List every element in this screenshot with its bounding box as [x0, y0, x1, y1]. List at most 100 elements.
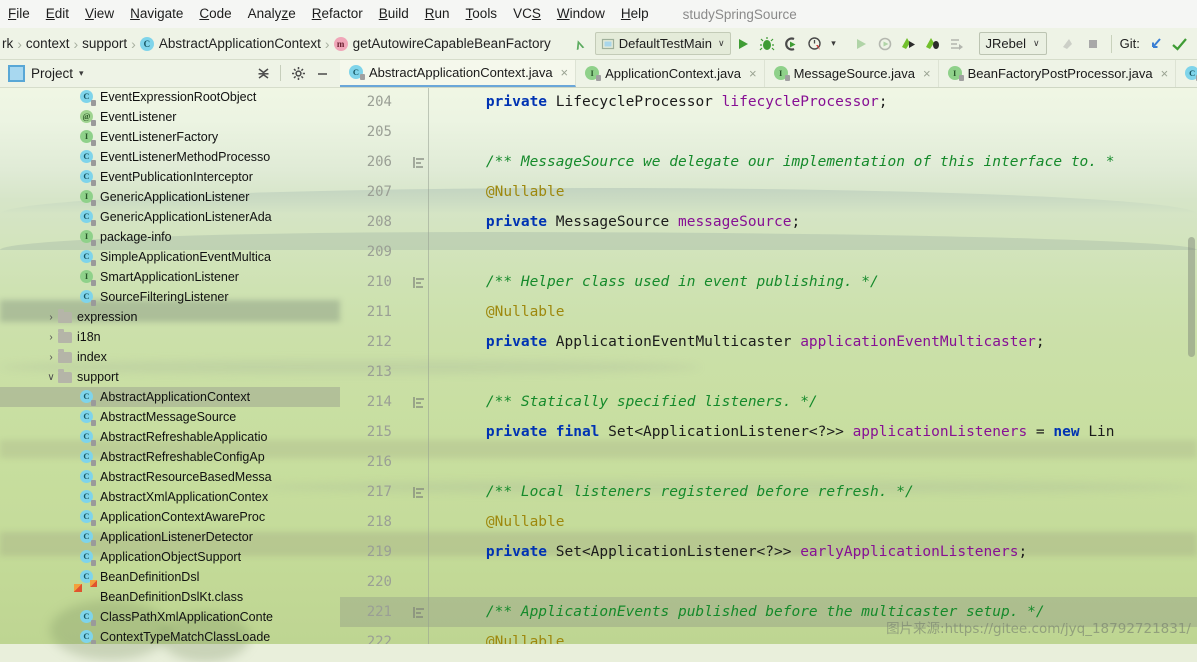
- close-icon[interactable]: ×: [923, 66, 931, 81]
- editor-tab[interactable]: C AbstractApplicationContext.java ×: [340, 59, 577, 87]
- code-line[interactable]: 217 /** Local listeners registered befor…: [340, 477, 1197, 507]
- tree-item[interactable]: @ EventListener: [0, 107, 340, 127]
- debug-icon[interactable]: [755, 32, 779, 56]
- editor-tab[interactable]: I BeanFactoryPostProcessor.java ×: [939, 59, 1177, 87]
- gear-icon[interactable]: [286, 61, 310, 85]
- code-line[interactable]: 206 /** MessageSource we delegate our im…: [340, 147, 1197, 177]
- code-line[interactable]: 218 @Nullable: [340, 507, 1197, 537]
- code-line[interactable]: 208 private MessageSource messageSource;: [340, 207, 1197, 237]
- tree-item[interactable]: › expression: [0, 307, 340, 327]
- menu-item-help[interactable]: Help: [613, 0, 657, 28]
- profile-icon[interactable]: [803, 32, 827, 56]
- code-line[interactable]: 205: [340, 117, 1197, 147]
- code-line[interactable]: 215 private final Set<ApplicationListene…: [340, 417, 1197, 447]
- minimize-icon[interactable]: [310, 61, 334, 85]
- code-line[interactable]: 209: [340, 237, 1197, 267]
- code-line[interactable]: 220: [340, 567, 1197, 597]
- chevron-down-icon[interactable]: ▾: [827, 32, 841, 56]
- breadcrumb[interactable]: rk › context › support › C AbstractApplicationC…: [0, 28, 553, 59]
- editor-gutter[interactable]: [401, 276, 437, 288]
- jrebel-selector[interactable]: JRebel ∨: [978, 32, 1047, 55]
- tree-item[interactable]: C EventExpressionRootObject: [0, 87, 340, 107]
- tree-item[interactable]: C AbstractXmlApplicationContex: [0, 487, 340, 507]
- menu-item-build[interactable]: Build: [371, 0, 417, 28]
- editor-tab[interactable]: I ApplicationContext.java ×: [576, 59, 765, 87]
- breadcrumb-item-rk[interactable]: rk: [2, 36, 13, 51]
- chevron-down-icon[interactable]: ▾: [79, 68, 84, 79]
- breadcrumb-item-getautowirecapablebeanfactory[interactable]: m getAutowireCapableBeanFactory: [333, 36, 551, 51]
- javadoc-icon[interactable]: [413, 606, 425, 618]
- tree-item[interactable]: BeanDefinitionDslKt.class: [0, 587, 340, 607]
- code-editor[interactable]: 204 private LifecycleProcessor lifecycle…: [340, 87, 1197, 644]
- close-icon[interactable]: ×: [1161, 66, 1169, 81]
- javadoc-icon[interactable]: [413, 396, 425, 408]
- tree-item[interactable]: C ApplicationListenerDetector: [0, 527, 340, 547]
- chevron-right-icon[interactable]: ›: [44, 332, 58, 343]
- jrebel-debug-icon[interactable]: [921, 32, 945, 56]
- breadcrumb-item-context[interactable]: context: [26, 36, 70, 51]
- editor-gutter[interactable]: [401, 156, 437, 168]
- tree-item[interactable]: C GenericApplicationListenerAda: [0, 207, 340, 227]
- editor-tab[interactable]: I MessageSource.java ×: [765, 59, 939, 87]
- menu-item-refactor[interactable]: Refactor: [304, 0, 371, 28]
- menu-item-code[interactable]: Code: [191, 0, 239, 28]
- menu-item-edit[interactable]: Edit: [38, 0, 77, 28]
- code-line[interactable]: 219 private Set<ApplicationListener<?>> …: [340, 537, 1197, 567]
- collapse-all-icon[interactable]: [251, 61, 275, 85]
- breadcrumb-item-support[interactable]: support: [82, 36, 127, 51]
- tree-item[interactable]: › i18n: [0, 327, 340, 347]
- code-line[interactable]: 210 /** Helper class used in event publi…: [340, 267, 1197, 297]
- chevron-down-icon[interactable]: ∨: [44, 372, 58, 383]
- javadoc-icon[interactable]: [413, 486, 425, 498]
- vcs-update-icon[interactable]: [1144, 32, 1168, 56]
- tree-item[interactable]: C EventListenerMethodProcesso: [0, 147, 340, 167]
- tree-item[interactable]: C SimpleApplicationEventMultica: [0, 247, 340, 267]
- run-configuration-selector[interactable]: DefaultTestMain ∨: [594, 32, 731, 55]
- tree-item[interactable]: I GenericApplicationListener: [0, 187, 340, 207]
- menu-item-run[interactable]: Run: [417, 0, 458, 28]
- code-line[interactable]: 216: [340, 447, 1197, 477]
- editor-tab[interactable]: CDefa: [1176, 59, 1197, 87]
- tree-item[interactable]: C SourceFilteringListener: [0, 287, 340, 307]
- editor-vertical-scrollbar[interactable]: [1185, 87, 1197, 644]
- tree-item[interactable]: C EventPublicationInterceptor: [0, 167, 340, 187]
- tree-item[interactable]: C AbstractRefreshableApplicatio: [0, 427, 340, 447]
- menu-item-navigate[interactable]: Navigate: [122, 0, 191, 28]
- javadoc-icon[interactable]: [413, 156, 425, 168]
- chevron-down-icon[interactable]: ∨: [718, 38, 725, 49]
- breadcrumb-item-abstractapplicationcontext[interactable]: C AbstractApplicationContext: [139, 36, 321, 51]
- editor-tab-bar[interactable]: C AbstractApplicationContext.java × I Applic…: [340, 59, 1197, 88]
- code-line[interactable]: 204 private LifecycleProcessor lifecycle…: [340, 87, 1197, 117]
- run-with-coverage-icon[interactable]: [779, 32, 803, 56]
- jrebel-run-icon[interactable]: [897, 32, 921, 56]
- tree-item[interactable]: C BeanDefinitionDsl: [0, 567, 340, 587]
- make-project-icon[interactable]: [567, 32, 591, 56]
- tree-item[interactable]: I SmartApplicationListener: [0, 267, 340, 287]
- chevron-right-icon[interactable]: ›: [44, 312, 58, 323]
- menu-item-tools[interactable]: Tools: [458, 0, 506, 28]
- code-line[interactable]: 207 @Nullable: [340, 177, 1197, 207]
- run-icon[interactable]: [731, 32, 755, 56]
- code-line[interactable]: 213: [340, 357, 1197, 387]
- tree-item[interactable]: C ContextTypeMatchClassLoade: [0, 627, 340, 644]
- code-line[interactable]: 211 @Nullable: [340, 297, 1197, 327]
- code-line[interactable]: 212 private ApplicationEventMulticaster …: [340, 327, 1197, 357]
- vcs-commit-icon[interactable]: [1168, 32, 1192, 56]
- menu-item-window[interactable]: Window: [549, 0, 613, 28]
- scrollbar-thumb[interactable]: [1188, 237, 1195, 357]
- chevron-right-icon[interactable]: ›: [44, 352, 58, 363]
- tree-item[interactable]: C ApplicationObjectSupport: [0, 547, 340, 567]
- tree-item[interactable]: C AbstractResourceBasedMessa: [0, 467, 340, 487]
- tree-item[interactable]: C ClassPathXmlApplicationConte: [0, 607, 340, 627]
- menu-item-vcs[interactable]: VCS: [505, 0, 549, 28]
- close-icon[interactable]: ×: [749, 66, 757, 81]
- menu-item-analyze[interactable]: Analyze: [240, 0, 304, 28]
- editor-gutter[interactable]: [401, 396, 437, 408]
- tree-item[interactable]: › index: [0, 347, 340, 367]
- chevron-down-icon[interactable]: ∨: [1033, 38, 1040, 49]
- editor-gutter[interactable]: [401, 486, 437, 498]
- tree-item[interactable]: C AbstractApplicationContext: [0, 387, 340, 407]
- tree-item[interactable]: I EventListenerFactory: [0, 127, 340, 147]
- editor-gutter[interactable]: [401, 606, 437, 618]
- javadoc-icon[interactable]: [413, 276, 425, 288]
